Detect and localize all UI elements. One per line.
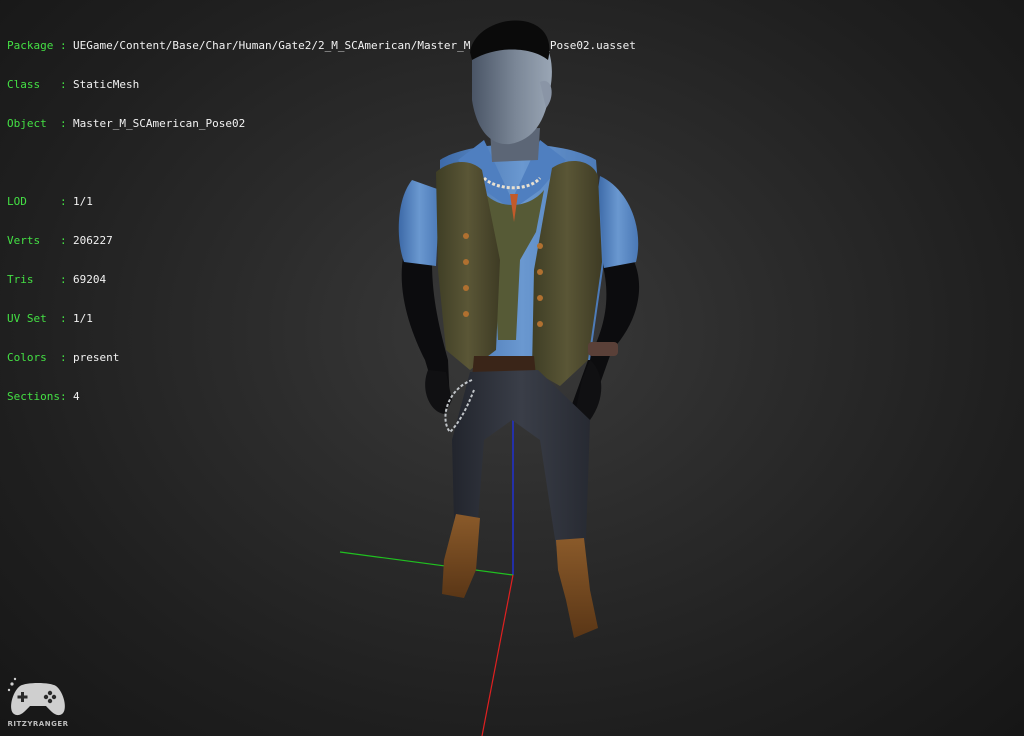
model-scene[interactable] [0,0,1024,736]
character-model[interactable] [398,20,640,638]
watermark-logo: RITZYRANGER [6,676,70,732]
right-sleeve [598,176,639,268]
left-boot [442,514,480,598]
gamepad-icon [7,677,65,716]
x-axis-line [481,574,514,736]
bracelet [588,342,618,356]
right-boot [556,538,598,638]
watermark-text: RITZYRANGER [7,720,69,728]
3d-viewport[interactable]: Package: UEGame/Content/Base/Char/Human/G… [0,0,1024,736]
y-axis-line [339,551,514,576]
left-sleeve [398,180,440,266]
axis-gizmo [339,420,514,736]
